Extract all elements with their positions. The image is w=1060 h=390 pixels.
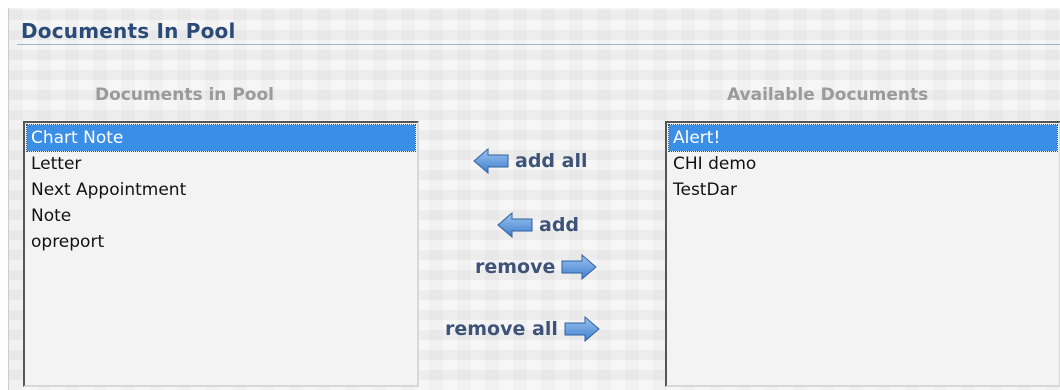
available-heading: Available Documents	[727, 85, 929, 105]
add-label: add	[539, 214, 580, 236]
add-all-label: add all	[515, 150, 588, 172]
available-listbox[interactable]: Alert! CHI demo TestDar	[665, 121, 1060, 387]
left-arrow-icon	[473, 148, 509, 174]
add-button[interactable]: add	[497, 212, 579, 238]
list-item[interactable]: CHI demo	[669, 151, 1057, 177]
left-arrow-icon	[497, 212, 533, 238]
documents-in-pool-panel: Documents In Pool Documents in Pool Avai…	[8, 8, 1060, 390]
right-arrow-icon	[564, 316, 600, 342]
list-item[interactable]: Letter	[27, 151, 415, 177]
list-item[interactable]: Next Appointment	[27, 177, 415, 203]
list-item[interactable]: Chart Note	[26, 124, 416, 152]
remove-all-label: remove all	[445, 318, 558, 340]
pool-heading: Documents in Pool	[95, 85, 274, 105]
remove-label: remove	[475, 256, 556, 278]
pool-listbox[interactable]: Chart Note Letter Next Appointment Note …	[23, 121, 419, 387]
add-all-button[interactable]: add all	[473, 148, 587, 174]
remove-button[interactable]: remove	[475, 254, 598, 280]
section-title: Documents In Pool	[21, 19, 236, 43]
list-item[interactable]: Alert!	[668, 124, 1058, 152]
list-item[interactable]: Note	[27, 203, 415, 229]
list-item[interactable]: TestDar	[669, 177, 1057, 203]
remove-all-button[interactable]: remove all	[445, 316, 600, 342]
title-divider	[17, 44, 1060, 45]
right-arrow-icon	[561, 254, 598, 280]
list-item[interactable]: opreport	[27, 229, 415, 255]
